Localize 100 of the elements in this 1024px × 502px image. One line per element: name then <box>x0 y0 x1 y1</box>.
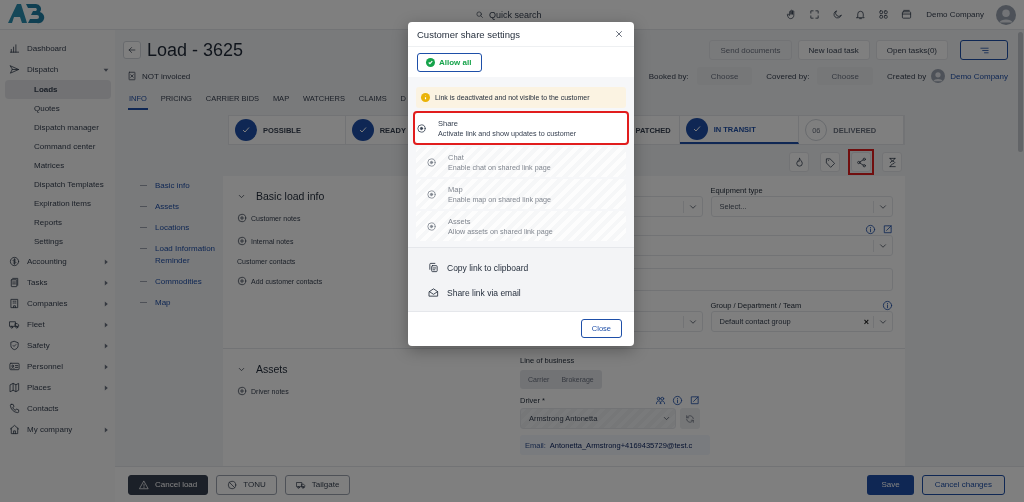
section-link[interactable]: Load Information Reminder <box>155 243 217 267</box>
field-label: Covered by: <box>766 71 810 81</box>
info-icon <box>882 299 893 311</box>
sidebar-subitem[interactable]: Dispatch Templates <box>5 175 111 194</box>
sidebar-subitem[interactable]: Command center <box>5 137 111 156</box>
sidebar-subitem[interactable]: Loads <box>5 80 111 99</box>
sidebar-item[interactable]: Dashboard <box>0 38 115 59</box>
toolbar-button[interactable] <box>789 152 809 172</box>
section-link[interactable]: Basic info <box>155 180 217 192</box>
radio-icon <box>426 220 437 232</box>
chevron-down-icon <box>662 414 671 423</box>
sidebar-item[interactable]: Companies <box>0 293 115 314</box>
footer-button[interactable]: Cancel load <box>128 474 209 495</box>
close-button[interactable] <box>614 29 624 39</box>
hourglass-icon <box>886 156 898 168</box>
refresh-button[interactable] <box>680 408 700 429</box>
id-card-icon <box>9 361 20 372</box>
sidebar-item[interactable]: Fleet <box>0 314 115 335</box>
shield-icon <box>9 340 20 351</box>
footer-button[interactable]: TONU <box>216 474 277 495</box>
sidebar-item[interactable]: My company <box>0 419 115 440</box>
plus-circle-icon <box>237 236 247 246</box>
sidebar-item[interactable]: Accounting <box>0 251 115 272</box>
section-title: Assets <box>256 363 288 375</box>
ban-icon <box>227 479 238 490</box>
plus-circle-icon <box>237 213 247 223</box>
cancel-button[interactable]: Cancel changes <box>921 474 1005 495</box>
sidebar-item[interactable]: Safety <box>0 335 115 356</box>
info-icon <box>421 93 430 102</box>
building-icon <box>9 298 20 309</box>
home-icon <box>9 424 20 435</box>
tag-icon <box>824 156 836 168</box>
refresh-icon <box>685 413 695 424</box>
warning-icon <box>139 479 149 490</box>
share-action[interactable]: Copy link to clipboard <box>428 255 529 280</box>
sidebar-item[interactable]: Tasks <box>0 272 115 293</box>
radio-icon <box>416 122 427 134</box>
sidebar-subitem[interactable]: Dispatch manager <box>5 118 111 137</box>
menu-button[interactable] <box>960 40 1008 60</box>
radio-icon <box>426 188 437 200</box>
sidebar-item[interactable]: Contacts <box>0 398 115 419</box>
sidebar-item[interactable]: Places <box>0 377 115 398</box>
close-icon <box>614 29 624 39</box>
dollar-icon <box>9 256 20 267</box>
documents-icon <box>9 277 20 288</box>
sidebar-subitem[interactable]: Expiration items <box>5 194 111 213</box>
apps-grid-icon <box>878 9 890 20</box>
action-button[interactable]: Open tasks(0) <box>875 40 948 60</box>
toolbar-button[interactable] <box>820 152 840 172</box>
toolbar-button[interactable] <box>882 152 902 172</box>
team-icon <box>655 394 666 406</box>
radio-icon <box>426 156 437 168</box>
section-link[interactable]: Locations <box>155 222 217 234</box>
page-title: Load - 3625 <box>147 39 245 61</box>
fullscreen-icon <box>809 9 821 20</box>
sidebar-subitem[interactable]: Reports <box>5 213 111 232</box>
avatar <box>996 4 1016 25</box>
sidebar-item[interactable]: Dispatch <box>0 59 115 80</box>
bell-icon <box>855 9 867 20</box>
invoice-icon <box>127 71 137 81</box>
section-title: Basic load info <box>256 190 325 202</box>
save-button[interactable]: Save <box>867 474 914 495</box>
allow-all-button[interactable]: Allow all <box>417 53 483 72</box>
edit-icon <box>689 394 700 406</box>
creator-link[interactable]: Demo Company <box>950 71 1008 81</box>
edit-icon <box>882 223 893 235</box>
bar-chart-icon <box>9 43 20 54</box>
sidebar-subitem[interactable]: Quotes <box>5 99 111 118</box>
sidebar-item[interactable]: Personnel <box>0 356 115 377</box>
footer-button[interactable]: Tailgate <box>284 474 351 495</box>
check-icon <box>426 58 435 67</box>
logo-icon[interactable] <box>6 1 46 24</box>
info-icon <box>865 223 876 235</box>
share-icon <box>855 156 867 168</box>
dialog-title: Customer share settings <box>417 28 520 40</box>
avatar <box>931 69 946 83</box>
clear-button[interactable]: × <box>863 316 869 327</box>
truck-icon <box>295 479 306 490</box>
moon-icon <box>832 9 844 20</box>
invoice-status: NOT invoiced <box>142 71 191 81</box>
search-field[interactable]: Quick search <box>489 9 559 20</box>
map-icon <box>9 382 20 393</box>
back-button[interactable] <box>123 41 141 59</box>
envelope-icon <box>428 287 439 298</box>
section-link[interactable]: Commodities <box>155 276 217 288</box>
action-button[interactable]: New load task <box>797 40 870 60</box>
section-link[interactable]: Map <box>155 297 217 309</box>
share-action[interactable]: Share link via email <box>428 280 521 305</box>
box-icon <box>901 9 913 20</box>
section-link[interactable]: Assets <box>155 201 217 213</box>
sidebar-subitem[interactable]: Matrices <box>5 156 111 175</box>
phone-icon <box>9 403 20 414</box>
plus-circle-icon <box>237 386 247 396</box>
info-icon <box>672 394 683 406</box>
sidebar-subitem[interactable]: Settings <box>5 232 111 251</box>
field-label: Booked by: <box>648 71 689 81</box>
copy-icon <box>428 262 439 273</box>
field-label: Created by <box>887 71 927 81</box>
user-name[interactable]: Demo Company <box>926 10 984 19</box>
truck-icon <box>9 319 20 330</box>
